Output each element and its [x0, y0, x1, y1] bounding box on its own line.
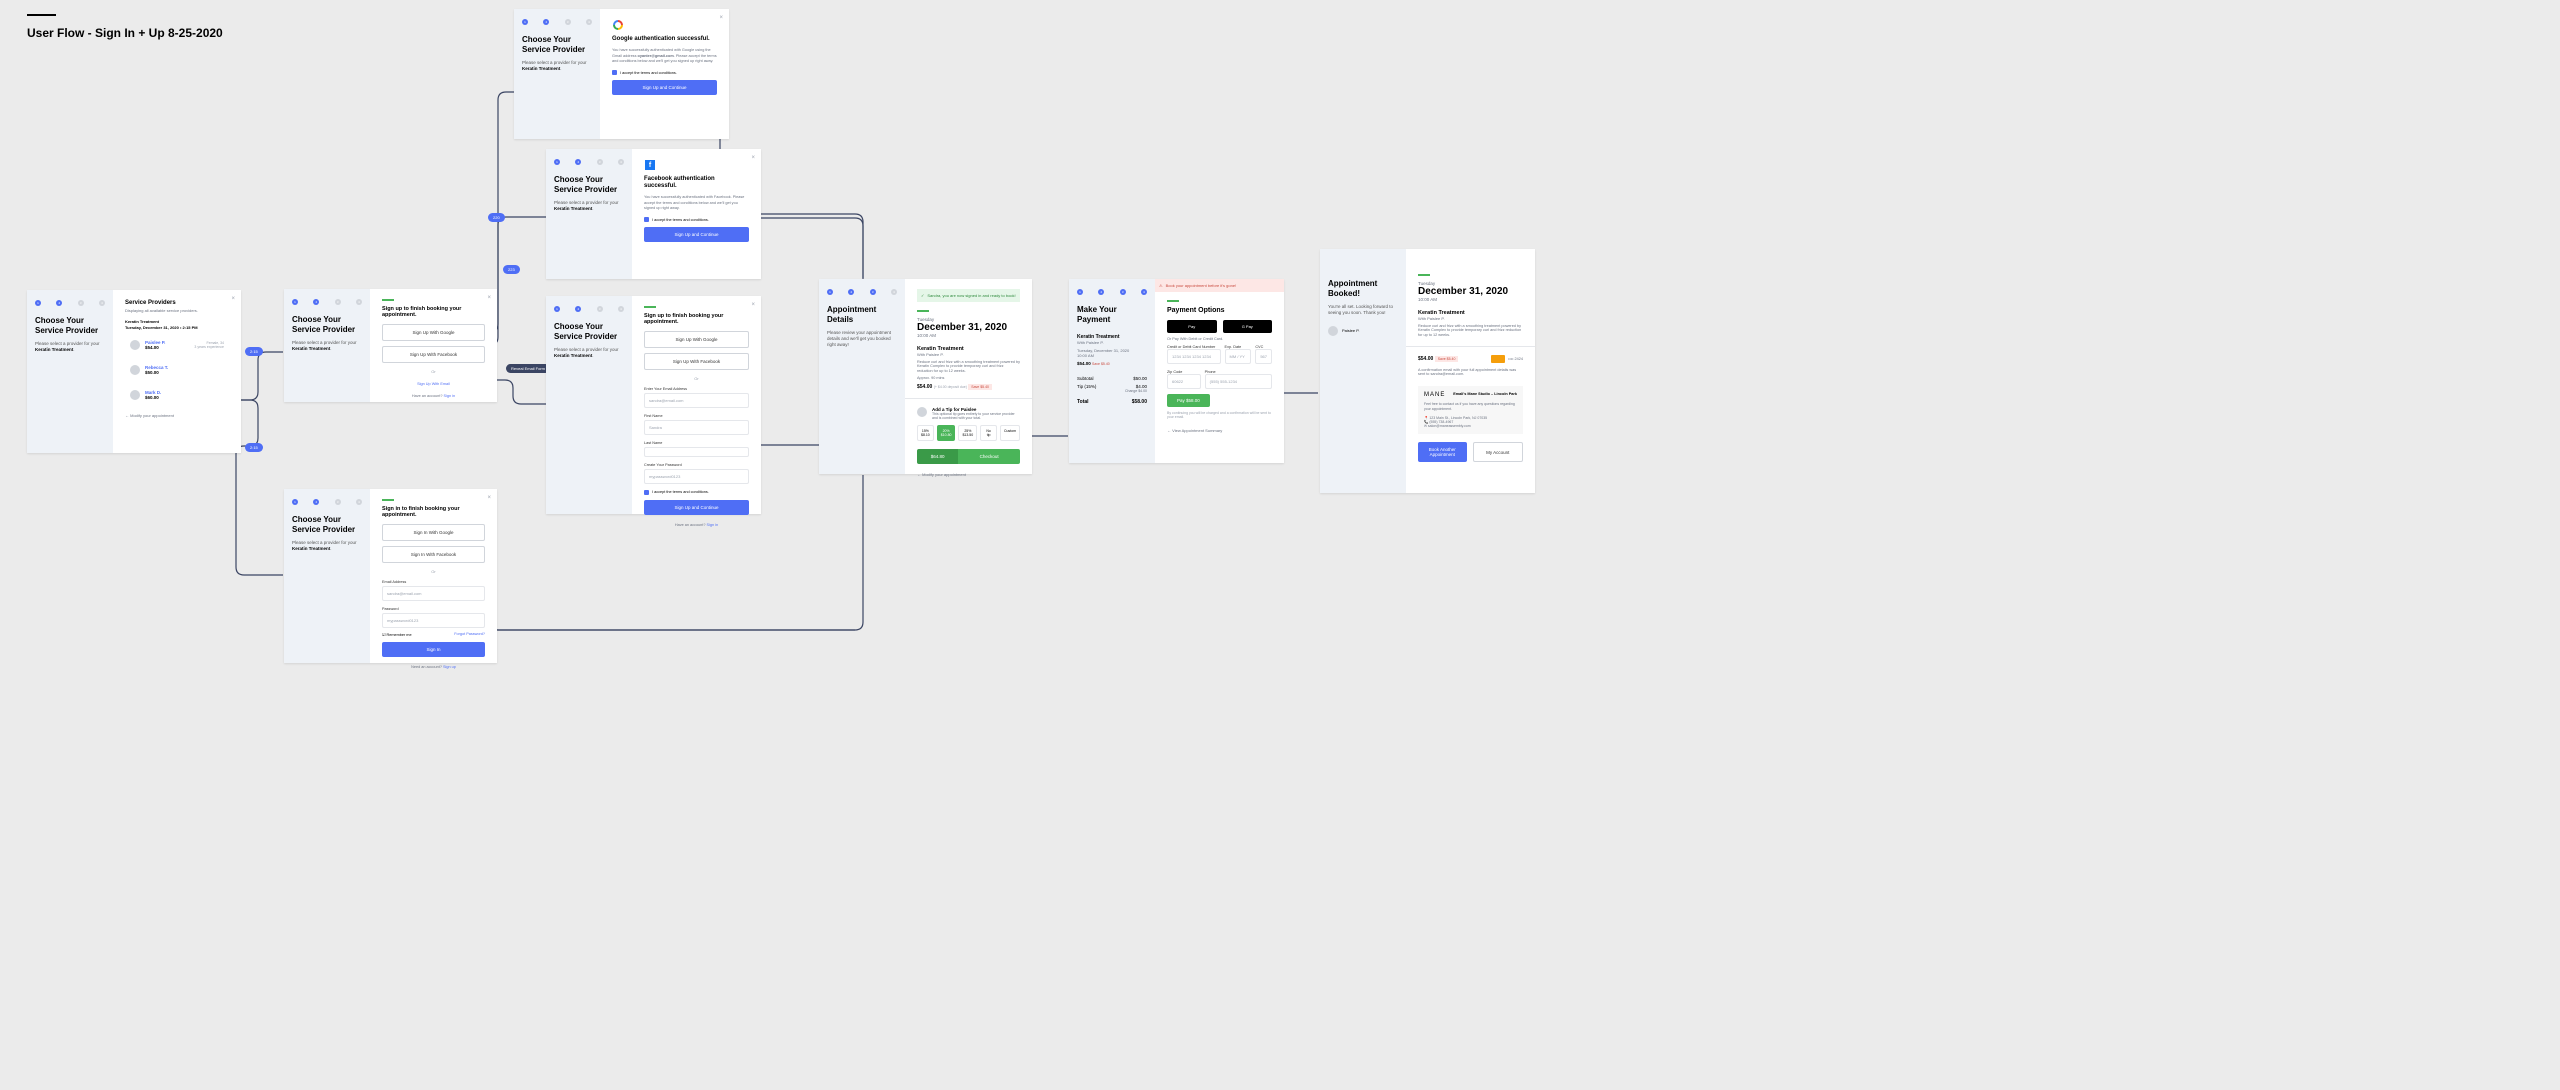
terms-checkbox[interactable]: I accept the terms and conditions.: [644, 217, 749, 222]
screen-appt-details: 1234 Appointment Details Please review y…: [819, 279, 1032, 474]
salon-info: MANE Emali's Mane Studio – Lincoln Park …: [1418, 386, 1523, 434]
signup-email-link[interactable]: Sign Up With Email: [382, 382, 485, 386]
signin-facebook-btn[interactable]: Sign In With Facebook: [382, 546, 485, 563]
signin-btn[interactable]: Sign In: [382, 642, 485, 657]
apple-pay-btn[interactable]: Pay: [1167, 320, 1217, 333]
facebook-icon: f: [645, 160, 655, 170]
screen-email-signup: 1234 Choose Your Service Provider Please…: [546, 296, 761, 514]
badge-time: 2:15: [245, 347, 263, 356]
signup-google-btn[interactable]: Sign Up With Google: [644, 331, 749, 348]
password-input[interactable]: mypassword0123: [382, 613, 485, 628]
terms-checkbox[interactable]: I accept the terms and conditions.: [612, 70, 717, 75]
email-input[interactable]: sandra@email.com: [382, 586, 485, 601]
close-icon[interactable]: ×: [231, 296, 235, 302]
signup-google-btn[interactable]: Sign Up With Google: [382, 324, 485, 341]
provider-row[interactable]: Rebecca T.$50.00: [125, 360, 229, 380]
avatar: [130, 390, 140, 400]
panel-sub: Please select a provider for your Kerati…: [35, 341, 105, 353]
checkout-btn[interactable]: Checkout: [958, 449, 1020, 464]
zip-input[interactable]: 60622: [1167, 374, 1201, 389]
lastname-input[interactable]: [644, 447, 749, 457]
banner-warning: ⚠ Book your appointment before it's gone…: [1155, 279, 1284, 292]
title-accent: [27, 14, 56, 16]
exp-input[interactable]: MM / YY: [1225, 349, 1252, 364]
badge-alt: 2:15: [245, 443, 263, 452]
cc-input[interactable]: 1234 1234 1234 1234: [1167, 349, 1221, 364]
badge-fb: 223: [503, 265, 520, 274]
continue-btn[interactable]: Sign Up and Continue: [612, 80, 717, 95]
close-icon[interactable]: ×: [751, 155, 755, 161]
tip-15[interactable]: 15%$8.10: [917, 425, 934, 441]
tip-20[interactable]: 20%$10.80: [937, 425, 956, 441]
tip-none[interactable]: No tip: [980, 425, 997, 441]
password-input[interactable]: mypassword0123: [644, 469, 749, 484]
badge-google: 220: [488, 213, 505, 222]
continue-btn[interactable]: Sign Up and Continue: [644, 227, 749, 242]
avatar: [1328, 326, 1338, 336]
google-icon: [613, 20, 623, 30]
modify-link[interactable]: Modify your appointment: [917, 472, 1020, 477]
screen-payment: 1234 Make Your Payment Keratin Treatment…: [1069, 279, 1284, 463]
close-icon[interactable]: ×: [487, 295, 491, 301]
tip-selector: 15%$8.10 20%$10.80 25%$13.50 No tip Cust…: [917, 425, 1020, 441]
avatar: [917, 407, 927, 417]
my-account-btn[interactable]: My Account: [1473, 442, 1524, 462]
google-pay-btn[interactable]: G Pay: [1223, 320, 1273, 333]
page-title: User Flow - Sign In + Up 8-25-2020: [27, 26, 223, 40]
panel-title: Choose Your Service Provider: [35, 316, 105, 335]
stepper: 1 2 3 4: [35, 300, 105, 306]
close-icon[interactable]: ×: [719, 15, 723, 21]
book-another-btn[interactable]: Book Another Appointment: [1418, 442, 1467, 462]
phone-input[interactable]: (555) 555-1234: [1205, 374, 1272, 389]
remember-checkbox[interactable]: ☑ Remember me: [382, 632, 412, 637]
signup-facebook-btn[interactable]: Sign Up With Facebook: [382, 346, 485, 363]
provider-row[interactable]: Paislee P.$54.00 Female, 343 years exper…: [125, 335, 229, 355]
signup-facebook-btn[interactable]: Sign Up With Facebook: [644, 353, 749, 370]
page-title-block: User Flow - Sign In + Up 8-25-2020: [27, 14, 223, 40]
pay-btn[interactable]: Pay $58.00: [1167, 394, 1210, 407]
signin-google-btn[interactable]: Sign In With Google: [382, 524, 485, 541]
screen-signin: 1234 Choose Your Service Provider Please…: [284, 489, 497, 663]
close-icon[interactable]: ×: [751, 302, 755, 308]
screen-booked: Appointment Booked! You're all set. Look…: [1320, 249, 1535, 493]
email-input[interactable]: sandra@email.com: [644, 393, 749, 408]
provider-row[interactable]: Mark D.$60.00: [125, 385, 229, 405]
screen-signup-hub: 1234 Choose Your Service Provider Please…: [284, 289, 497, 402]
cvc-input[interactable]: 567: [1255, 349, 1272, 364]
screen-fb-auth: 1234 Choose Your Service Provider Please…: [546, 149, 761, 279]
avatar: [130, 365, 140, 375]
close-icon[interactable]: ×: [487, 495, 491, 501]
providers-header: Service Providers: [125, 300, 229, 306]
screen-google-auth: 1234 Choose Your Service Provider Please…: [514, 9, 729, 139]
screen-provider-list: 1 2 3 4 Choose Your Service Provider Ple…: [27, 290, 241, 453]
modify-link[interactable]: Modify your appointment: [125, 413, 229, 418]
tip-25[interactable]: 25%$13.50: [958, 425, 977, 441]
terms-checkbox[interactable]: I accept the terms and conditions.: [644, 490, 749, 495]
avatar: [130, 340, 140, 350]
banner-signedin: ✓ Sandra, you are now signed in and read…: [917, 289, 1020, 302]
badge-reveal: Reveal Email Form: [506, 364, 550, 373]
tip-custom[interactable]: Custom: [1000, 425, 1020, 441]
firstname-input[interactable]: Sandra: [644, 420, 749, 435]
forgot-link[interactable]: Forgot Password?: [454, 632, 485, 637]
signup-continue-btn[interactable]: Sign Up and Continue: [644, 500, 749, 515]
view-summary-link[interactable]: View Appointment Summary: [1167, 428, 1272, 433]
